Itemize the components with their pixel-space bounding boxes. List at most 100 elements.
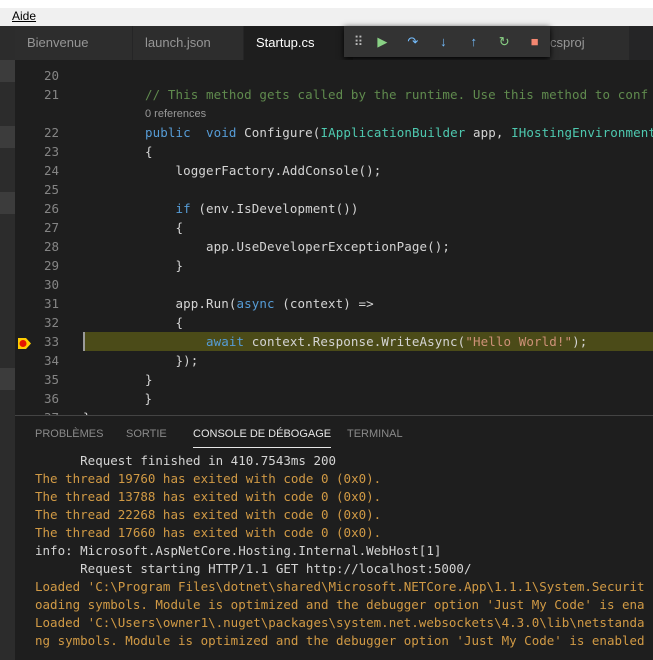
code-token: IHostingEnvironment xyxy=(511,125,653,140)
line-number: 32 xyxy=(43,315,59,330)
menu-help[interactable]: Aide xyxy=(12,9,36,23)
code-token: } xyxy=(145,258,184,273)
code-line: app.Run(async (context) => xyxy=(145,294,374,313)
code-line: } xyxy=(145,256,184,275)
line-number: 35 xyxy=(43,372,59,387)
console-line: ng symbols. Module is optimized and the … xyxy=(35,633,645,648)
line-number: 31 xyxy=(43,296,59,311)
console-line: The thread 22268 has exited with code 0 … xyxy=(35,507,382,522)
code-line: { xyxy=(145,313,184,332)
code-token: await xyxy=(206,334,245,349)
console-line: Request starting HTTP/1.1 GET http://loc… xyxy=(35,561,472,576)
line-number: 23 xyxy=(43,144,59,159)
activity-item[interactable] xyxy=(0,60,15,82)
step-into-icon[interactable]: ↓ xyxy=(428,26,458,57)
menu-bar: Aide xyxy=(0,8,653,26)
code-line: // This method gets called by the runtim… xyxy=(145,85,648,104)
code-token: void xyxy=(206,125,237,140)
code-token: } xyxy=(145,372,153,387)
stop-icon[interactable]: ■ xyxy=(519,26,549,57)
activity-item[interactable] xyxy=(0,192,15,214)
code-token: } xyxy=(114,391,153,406)
window-top xyxy=(0,0,653,8)
tab-csproj[interactable]: csproj xyxy=(550,26,630,60)
code-token: app.Run( xyxy=(145,296,237,311)
debug-toolbar: ⠿ ▶ ↷ ↓ ↑ ↻ ■ xyxy=(344,26,550,57)
console-line: The thread 19760 has exited with code 0 … xyxy=(35,471,382,486)
line-number: 25 xyxy=(43,182,59,197)
bottom-panel: PROBLÈMES SORTIE CONSOLE DE DÉBOGAGE TER… xyxy=(15,416,653,660)
code-token: }); xyxy=(145,353,199,368)
console-line: The thread 13788 has exited with code 0 … xyxy=(35,489,382,504)
code-line: } xyxy=(83,408,91,415)
code-line: }); xyxy=(145,351,199,370)
code-token: async xyxy=(236,296,275,311)
tab-output[interactable]: SORTIE xyxy=(126,428,167,448)
code-line: await context.Response.WriteAsync("Hello… xyxy=(145,332,587,351)
console-line: Loaded 'C:\Users\owner1\.nuget\packages\… xyxy=(35,615,645,630)
code-token: { xyxy=(145,315,184,330)
continue-icon[interactable]: ▶ xyxy=(367,26,397,57)
line-number: 36 xyxy=(43,391,59,406)
drag-handle-icon: ⠿ xyxy=(353,33,364,49)
code-token: Configure( xyxy=(236,125,321,140)
code-lens-references[interactable]: 0 references xyxy=(145,107,206,121)
line-number: 30 xyxy=(43,277,59,292)
code-token: { xyxy=(145,220,184,235)
line-number: 22 xyxy=(43,125,59,140)
code-token: loggerFactory.AddConsole(); xyxy=(145,163,382,178)
code-token: "Hello World!" xyxy=(465,334,573,349)
line-number: 20 xyxy=(43,68,59,83)
code-line: if (env.IsDevelopment()) xyxy=(145,199,359,218)
console-line: info: Microsoft.AspNetCore.Hosting.Inter… xyxy=(35,543,442,558)
console-line: oading symbols. Module is optimized and … xyxy=(35,597,645,612)
code-line: { xyxy=(145,142,153,161)
line-number: 24 xyxy=(43,163,59,178)
restart-icon[interactable]: ↻ xyxy=(489,26,519,57)
line-number: 21 xyxy=(43,87,59,102)
tab-problems[interactable]: PROBLÈMES xyxy=(35,428,103,448)
step-over-icon[interactable]: ↷ xyxy=(398,26,428,57)
code-token: IApplicationBuilder xyxy=(320,125,466,140)
code-token: (env.IsDevelopment()) xyxy=(190,201,359,216)
tab-debug-console[interactable]: CONSOLE DE DÉBOGAGE xyxy=(193,428,332,448)
activity-bar xyxy=(0,26,15,660)
tab-terminal[interactable]: TERMINAL xyxy=(347,428,403,448)
console-line: Loaded 'C:\Program Files\dotnet\shared\M… xyxy=(35,579,645,594)
code-editor[interactable]: 20 21 // This method gets called by the ru… xyxy=(15,60,653,415)
code-token: (context) => xyxy=(274,296,374,311)
line-number: 29 xyxy=(43,258,59,273)
line-number: 37 xyxy=(15,408,59,415)
tab-launch-json[interactable]: launch.json xyxy=(133,26,244,60)
code-token: // This method gets called by the runtim… xyxy=(145,87,649,102)
line-number: 33 xyxy=(43,334,59,349)
code-token: app, xyxy=(465,125,512,140)
code-line: } xyxy=(114,389,153,408)
code-token: if xyxy=(175,201,191,216)
code-line: public void Configure(IApplicationBuilde… xyxy=(145,123,653,142)
code-token: { xyxy=(145,144,153,159)
tab-bienvenue[interactable]: Bienvenue xyxy=(15,26,133,60)
code-token: context.Response.WriteAsync( xyxy=(244,334,466,349)
line-number: 34 xyxy=(43,353,59,368)
step-out-icon[interactable]: ↑ xyxy=(459,26,489,57)
activity-item[interactable] xyxy=(0,368,15,390)
console-line: The thread 17660 has exited with code 0 … xyxy=(35,525,382,540)
editor-tabs: Bienvenue launch.json Startup.cs csproj xyxy=(15,26,653,60)
code-token: app.UseDeveloperExceptionPage(); xyxy=(145,239,451,254)
code-line: } xyxy=(145,370,153,389)
code-token: public xyxy=(145,125,191,140)
line-number: 26 xyxy=(43,201,59,216)
code-line: app.UseDeveloperExceptionPage(); xyxy=(145,237,450,256)
line-number: 28 xyxy=(43,239,59,254)
console-line: Request finished in 410.7543ms 200 xyxy=(35,453,337,468)
tab-startup-cs[interactable]: Startup.cs xyxy=(244,26,354,60)
code-line: { xyxy=(145,218,184,237)
line-number: 27 xyxy=(43,220,59,235)
activity-item[interactable] xyxy=(0,126,15,148)
code-line: loggerFactory.AddConsole(); xyxy=(145,161,382,180)
code-token: ); xyxy=(572,334,588,349)
